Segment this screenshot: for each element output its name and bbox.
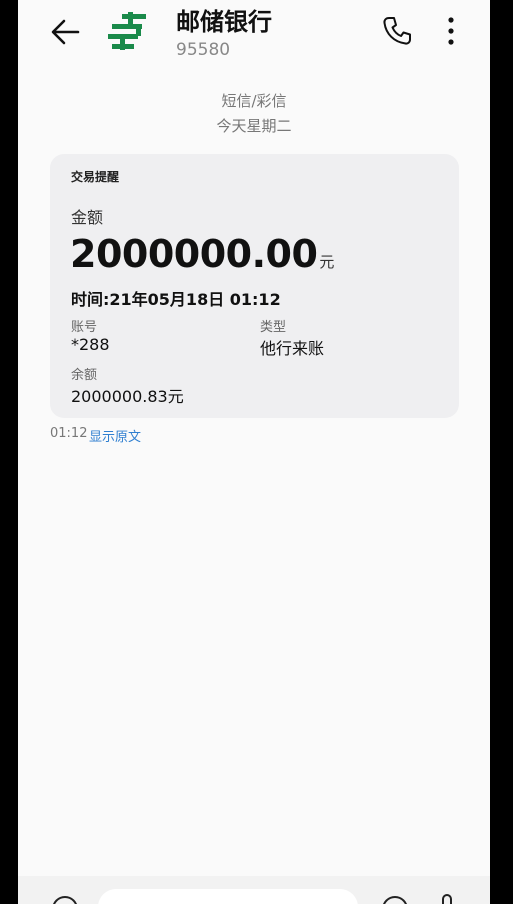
balance-label: 余额 [71,368,98,383]
message-type-label: 短信/彩信 [221,92,287,110]
emoji-icon[interactable] [382,896,408,904]
transaction-time: 时间:21年05月18日 01:12 [71,290,281,309]
add-attachment-icon[interactable] [52,896,78,904]
call-button[interactable] [380,14,414,48]
conversation-header: 邮储银行 95580 [18,0,490,80]
type-label: 类型 [260,320,287,335]
message-input[interactable] [98,889,358,904]
show-original-link[interactable]: 显示原文 [89,426,141,445]
more-vertical-icon [448,17,454,45]
postal-bank-logo [106,10,150,54]
card-title: 交易提醒 [71,170,120,184]
contact-number: 95580 [176,40,231,60]
amount-unit: 元 [319,253,335,271]
amount-label: 金额 [71,208,104,227]
sms-conversation-screen: 邮储银行 95580 短信/彩信 今天星期二 交易提醒 金额 2000000.0… [18,0,490,904]
phone-icon [383,17,411,45]
message-time: 01:12 [50,426,88,441]
date-separator: 今天星期二 [216,117,292,135]
contact-name: 邮储银行 [176,8,272,36]
more-options-button[interactable] [438,14,464,48]
voice-input-icon[interactable] [442,894,452,904]
balance-value: 2000000.83元 [71,387,184,406]
message-input-bar [18,876,490,904]
account-label: 账号 [71,320,98,335]
amount-value: 2000000.00 [70,232,318,276]
type-value: 他行来账 [260,339,325,358]
amount-row: 2000000.00 元 [70,232,334,276]
back-button[interactable] [48,14,84,50]
transaction-card[interactable]: 交易提醒 金额 2000000.00 元 时间:21年05月18日 01:12 账… [50,154,459,418]
account-value: *288 [71,335,110,354]
arrow-left-icon [51,19,80,45]
